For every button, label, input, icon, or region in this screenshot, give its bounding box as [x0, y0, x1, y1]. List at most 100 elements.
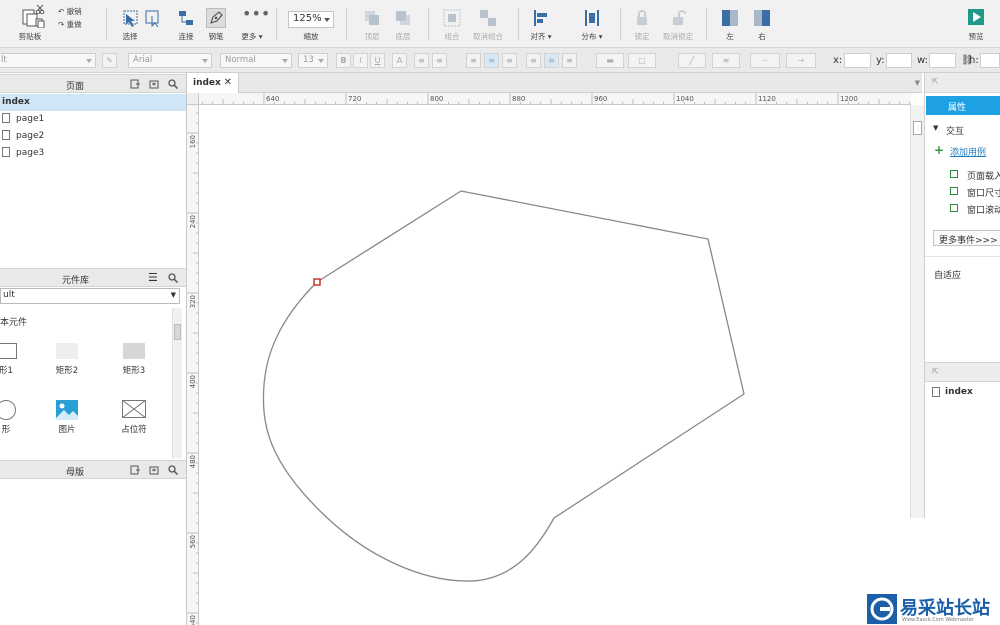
group-button[interactable]: 组合 [438, 8, 466, 42]
fill-color-icon[interactable]: ▬ [596, 53, 624, 68]
chevron-down-icon: ▼ [170, 291, 176, 299]
distribute-button[interactable]: 分布 ▾ [578, 8, 606, 42]
bold-icon[interactable]: B [336, 53, 351, 68]
zoom-select[interactable]: 125% [288, 11, 334, 28]
tab-index[interactable]: index ✕ [187, 73, 239, 93]
event-window-scroll[interactable]: 窗口滚动 [967, 203, 1000, 216]
page-item-page2[interactable]: page2 [0, 128, 186, 145]
tab-properties[interactable]: 属性 [926, 96, 1000, 115]
underline-icon[interactable]: U [370, 53, 385, 68]
chevron-down-icon[interactable]: ▼ [933, 124, 938, 132]
add-folder-icon[interactable] [149, 465, 159, 475]
masters-list [0, 480, 186, 625]
align-text-center-icon[interactable]: ≡ [484, 53, 499, 68]
widget-placeholder[interactable]: 占位符 [114, 400, 154, 435]
line-style-icon[interactable]: ┈ [750, 53, 780, 68]
valign-top-icon[interactable]: ≡ [526, 53, 541, 68]
bring-to-top-button[interactable]: 顶层 [358, 8, 386, 42]
send-to-bottom-button[interactable]: 底层 [389, 8, 417, 42]
page-item-page3[interactable]: page3 [0, 145, 186, 162]
preview-button[interactable]: 预览 [962, 8, 990, 42]
widget-label: 形1 [0, 366, 13, 376]
add-folder-icon[interactable] [149, 79, 159, 89]
connect-tool-button[interactable]: 连接 [172, 8, 200, 42]
select-tool-button[interactable]: 选择 [113, 8, 147, 42]
font-style-select[interactable]: Normal [220, 53, 292, 68]
font-select[interactable]: Arial [128, 53, 212, 68]
collapse-icon[interactable]: ⇱ [932, 367, 939, 376]
shadow-icon[interactable]: ▢ [628, 53, 656, 68]
right-button[interactable]: 右 [748, 8, 776, 42]
lock-icon [632, 8, 652, 28]
bullet-list-icon[interactable]: ≡ [414, 53, 429, 68]
h-input[interactable] [980, 53, 1000, 68]
ellipse-icon [0, 400, 16, 420]
text-color-icon[interactable]: A [392, 53, 407, 68]
italic-icon[interactable]: I [353, 53, 368, 68]
select-alt-button[interactable] [143, 8, 163, 31]
widget-rectangle2[interactable]: 矩形2 [47, 343, 87, 376]
style-edit-icon[interactable]: ✎ [102, 53, 117, 68]
menu-icon[interactable]: ☰ [148, 271, 158, 284]
unlock-button[interactable]: 取消锁定 [660, 8, 696, 42]
page-item-page1[interactable]: page1 [0, 111, 186, 128]
page-item-index[interactable]: index [0, 94, 186, 111]
cut-button[interactable] [34, 4, 46, 16]
clipboard-label: 剪贴板 [18, 32, 42, 41]
lock-button[interactable]: 锁定 [628, 8, 656, 42]
more-label: 更多 [241, 32, 257, 41]
font-size-value: 13 [303, 55, 314, 65]
widget-rectangle3[interactable]: 矩形3 [114, 343, 154, 376]
library-scrollbar[interactable] [172, 308, 182, 458]
more-events-button[interactable]: 更多事件>>> [933, 230, 1000, 246]
align-button[interactable]: 对齐 ▾ [527, 8, 555, 42]
pen-tool-button[interactable]: 钢笔 [203, 8, 229, 42]
select-icon [120, 8, 140, 28]
search-icon[interactable] [168, 465, 178, 475]
redo-button[interactable]: ↷ 重做 [58, 19, 88, 30]
add-page-icon[interactable] [130, 79, 140, 89]
line-spacing-icon[interactable]: ≡ [432, 53, 447, 68]
scrollbar-thumb[interactable] [174, 324, 181, 340]
outline-item-index[interactable]: index [945, 387, 973, 397]
arrow-style-icon[interactable]: ⇢ [786, 53, 816, 68]
scrollbar-thumb[interactable] [913, 121, 922, 135]
event-page-load[interactable]: 页面载入 [967, 169, 1000, 182]
widget-ellipse[interactable]: 形 [0, 400, 26, 435]
search-icon[interactable] [168, 79, 178, 89]
library-select[interactable]: ult ▼ [0, 288, 180, 304]
align-label: 对齐 [530, 32, 546, 41]
plus-icon[interactable]: + [934, 143, 944, 157]
style-select[interactable]: lt [0, 53, 96, 68]
canvas-scrollbar[interactable] [910, 105, 924, 518]
widget-image[interactable]: 图片 [47, 400, 87, 435]
close-icon[interactable]: ✕ [224, 77, 232, 88]
line-color-icon[interactable]: ╱ [678, 53, 706, 68]
x-input[interactable] [844, 53, 871, 68]
search-icon[interactable] [168, 273, 178, 283]
add-master-icon[interactable] [130, 465, 140, 475]
valign-middle-icon[interactable]: ≡ [544, 53, 559, 68]
line-width-icon[interactable]: ≡ [712, 53, 740, 68]
event-window-resize[interactable]: 窗口尺寸 [967, 186, 1000, 199]
left-button[interactable]: 左 [716, 8, 744, 42]
chevron-down-icon[interactable]: ▼ [915, 79, 920, 87]
design-canvas[interactable] [199, 105, 910, 625]
valign-bottom-icon[interactable]: ≡ [562, 53, 577, 68]
align-text-right-icon[interactable]: ≡ [502, 53, 517, 68]
anchor-point[interactable] [313, 278, 321, 286]
copy-button[interactable] [34, 18, 46, 30]
ungroup-button[interactable]: 取消组合 [470, 8, 506, 42]
y-input[interactable] [886, 53, 912, 68]
undo-button[interactable]: ↶ 撤销 [58, 6, 88, 17]
distribute-label: 分布 [581, 32, 597, 41]
w-input[interactable] [929, 53, 956, 68]
add-case-link[interactable]: 添加用例 [950, 145, 986, 158]
drawn-shape[interactable] [262, 190, 745, 582]
collapse-icon[interactable]: ⇱ [932, 77, 939, 86]
widget-box1[interactable]: 形1 [0, 343, 26, 376]
connector-icon [176, 8, 196, 28]
align-text-left-icon[interactable]: ≡ [466, 53, 481, 68]
more-tools-button[interactable]: ••• 更多 ▾ [237, 6, 270, 42]
font-size-select[interactable]: 13 [298, 53, 328, 68]
